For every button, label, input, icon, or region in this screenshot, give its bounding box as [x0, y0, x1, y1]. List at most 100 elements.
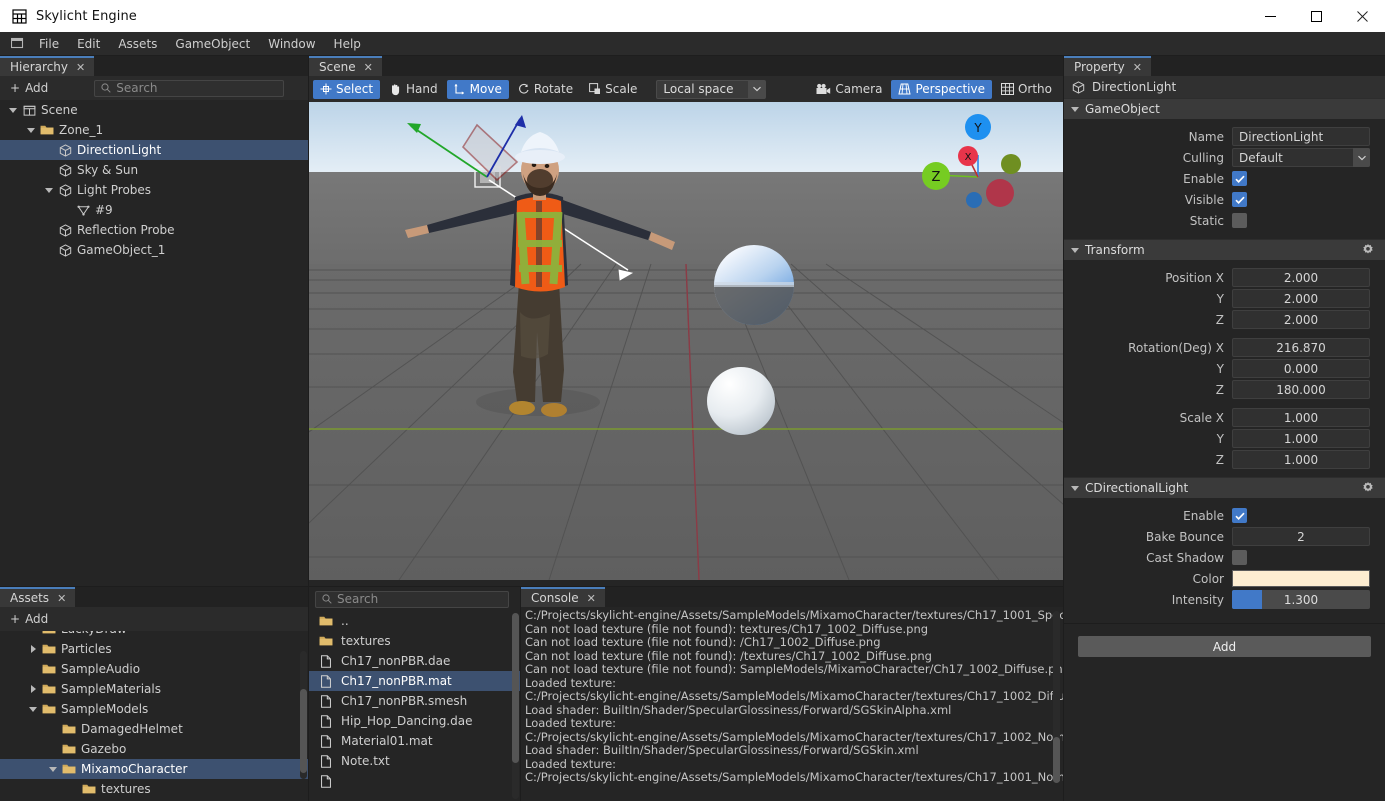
- add-component-button[interactable]: Add: [1078, 636, 1371, 657]
- hierarchy-tree[interactable]: Scene Zone_1 DirectionLight Sky & Sun Light …: [0, 100, 308, 586]
- asset-tree-item-textures[interactable]: textures: [0, 779, 308, 799]
- section-transform[interactable]: Transform: [1064, 239, 1385, 260]
- hierarchy-search-input[interactable]: Search: [94, 79, 285, 97]
- close-button[interactable]: [1339, 0, 1385, 32]
- chevron-down-icon[interactable]: [1071, 106, 1079, 112]
- transform-value-field[interactable]: 1.000: [1232, 408, 1370, 427]
- console-log[interactable]: C:/Projects/skylicht-engine/Assets/Sampl…: [521, 607, 1063, 799]
- chevron-down-icon[interactable]: [1071, 485, 1079, 491]
- transform-value-field[interactable]: 1.000: [1232, 450, 1370, 469]
- chevron-down-icon[interactable]: [26, 706, 40, 712]
- assets-add-button[interactable]: + Add: [0, 607, 58, 631]
- hierarchy-add-button[interactable]: + Add: [0, 76, 58, 100]
- asset-file-item[interactable]: Material01.mat: [309, 731, 520, 751]
- asset-tree-item-sampleaudio[interactable]: SampleAudio: [0, 659, 308, 679]
- view-camera[interactable]: Camera: [809, 80, 889, 99]
- asset-tree-item-samplematerials[interactable]: SampleMaterials: [0, 679, 308, 699]
- hierarchy-item-light-probes[interactable]: Light Probes: [0, 180, 308, 200]
- asset-list-scrollbar[interactable]: [512, 613, 519, 799]
- space-select-dropdown[interactable]: Local space: [656, 79, 767, 99]
- view-ortho[interactable]: Ortho: [994, 80, 1059, 99]
- splitter-console[interactable]: [520, 587, 521, 801]
- close-icon[interactable]: ✕: [1133, 62, 1142, 73]
- close-icon[interactable]: ✕: [364, 62, 373, 73]
- transform-value-field[interactable]: 2.000: [1232, 289, 1370, 308]
- hierarchy-item-gameobject-1[interactable]: GameObject_1: [0, 240, 308, 260]
- chevron-down-icon[interactable]: [24, 127, 38, 133]
- chevron-right-icon[interactable]: [26, 685, 40, 693]
- hierarchy-item-scene[interactable]: Scene: [0, 100, 308, 120]
- view-perspective[interactable]: Perspective: [891, 79, 992, 99]
- menu-file[interactable]: File: [30, 34, 68, 54]
- asset-file-item[interactable]: textures: [309, 631, 520, 651]
- asset-file-list[interactable]: .. textures Ch17_nonPBR.dae Ch17_nonPBR.mat…: [309, 611, 520, 801]
- transform-value-field[interactable]: 2.000: [1232, 268, 1370, 287]
- chevron-down-icon[interactable]: [748, 80, 766, 98]
- transform-value-field[interactable]: 2.000: [1232, 310, 1370, 329]
- section-gameobject[interactable]: GameObject: [1064, 98, 1385, 119]
- maximize-button[interactable]: [1293, 0, 1339, 32]
- assets-tree-scrollbar[interactable]: [300, 651, 307, 779]
- visible-checkbox[interactable]: [1232, 192, 1247, 207]
- minimize-button[interactable]: [1247, 0, 1293, 32]
- bake-bounce-field[interactable]: 2: [1232, 527, 1370, 546]
- tool-select[interactable]: Select: [313, 79, 381, 99]
- asset-tree-item-luckydraw[interactable]: LuckyDraw: [0, 631, 308, 639]
- tool-rotate[interactable]: Rotate: [511, 80, 580, 99]
- name-field[interactable]: DirectionLight: [1232, 127, 1370, 146]
- menu-edit[interactable]: Edit: [68, 34, 109, 54]
- transform-value-field[interactable]: 1.000: [1232, 429, 1370, 448]
- tab-property[interactable]: Property ✕: [1064, 56, 1151, 76]
- assets-tree[interactable]: LuckyDraw Particles SampleAudio SampleMater…: [0, 631, 308, 799]
- splitter-horizontal[interactable]: [0, 586, 1063, 587]
- asset-file-item[interactable]: [309, 771, 520, 791]
- close-icon[interactable]: ✕: [57, 593, 66, 604]
- tab-hierarchy[interactable]: Hierarchy ✕: [0, 56, 95, 76]
- transform-value-field[interactable]: 216.870: [1232, 338, 1370, 357]
- asset-tree-item-gazebo[interactable]: Gazebo: [0, 739, 308, 759]
- scrollbar-thumb[interactable]: [1053, 737, 1060, 783]
- tab-console[interactable]: Console ✕: [521, 587, 605, 607]
- hierarchy-item-9[interactable]: #9: [0, 200, 308, 220]
- tool-move[interactable]: Move: [446, 79, 509, 99]
- hierarchy-item-reflection-probe[interactable]: Reflection Probe: [0, 220, 308, 240]
- tab-assets[interactable]: Assets ✕: [0, 587, 76, 607]
- menu-help[interactable]: Help: [325, 34, 370, 54]
- light-color-swatch[interactable]: [1232, 570, 1370, 587]
- scrollbar-thumb[interactable]: [512, 613, 519, 763]
- chevron-down-icon[interactable]: [42, 187, 56, 193]
- splitter-left[interactable]: [308, 56, 309, 801]
- tool-scale[interactable]: Scale: [582, 80, 644, 99]
- hierarchy-item-directionlight[interactable]: DirectionLight: [0, 140, 308, 160]
- light-enable-checkbox[interactable]: [1232, 508, 1247, 523]
- asset-tree-item-particles[interactable]: Particles: [0, 639, 308, 659]
- close-icon[interactable]: ✕: [76, 62, 85, 73]
- menu-gameobject[interactable]: GameObject: [166, 34, 259, 54]
- tool-hand[interactable]: Hand: [382, 80, 445, 99]
- section-cdirectionallight[interactable]: CDirectionalLight: [1064, 477, 1385, 498]
- asset-file-item[interactable]: Ch17_nonPBR.mat: [309, 671, 520, 691]
- static-checkbox[interactable]: [1232, 213, 1247, 228]
- transform-value-field[interactable]: 180.000: [1232, 380, 1370, 399]
- cast-shadow-checkbox[interactable]: [1232, 550, 1247, 565]
- menu-window[interactable]: Window: [259, 34, 324, 54]
- console-vscrollbar[interactable]: [1053, 611, 1060, 783]
- hierarchy-item-sky-sun[interactable]: Sky & Sun: [0, 160, 308, 180]
- asset-file-item[interactable]: Ch17_nonPBR.dae: [309, 651, 520, 671]
- asset-file-item[interactable]: Ch17_nonPBR.smesh: [309, 691, 520, 711]
- chevron-right-icon[interactable]: [26, 645, 40, 653]
- close-icon[interactable]: ✕: [587, 593, 596, 604]
- scrollbar-thumb[interactable]: [300, 689, 307, 773]
- scene-viewport[interactable]: Y X Z: [309, 102, 1063, 580]
- enable-checkbox[interactable]: [1232, 171, 1247, 186]
- asset-file-item[interactable]: Hip_Hop_Dancing.dae: [309, 711, 520, 731]
- asset-tree-item-damagedhelmet[interactable]: DamagedHelmet: [0, 719, 308, 739]
- intensity-slider[interactable]: 1.300: [1232, 590, 1370, 609]
- tab-scene[interactable]: Scene ✕: [309, 56, 382, 76]
- gear-icon[interactable]: [1361, 243, 1375, 257]
- chevron-down-icon[interactable]: [1353, 148, 1370, 167]
- asset-file-item[interactable]: ..: [309, 611, 520, 631]
- asset-file-item[interactable]: Note.txt: [309, 751, 520, 771]
- gear-icon[interactable]: [1361, 481, 1375, 495]
- chevron-down-icon[interactable]: [46, 766, 60, 772]
